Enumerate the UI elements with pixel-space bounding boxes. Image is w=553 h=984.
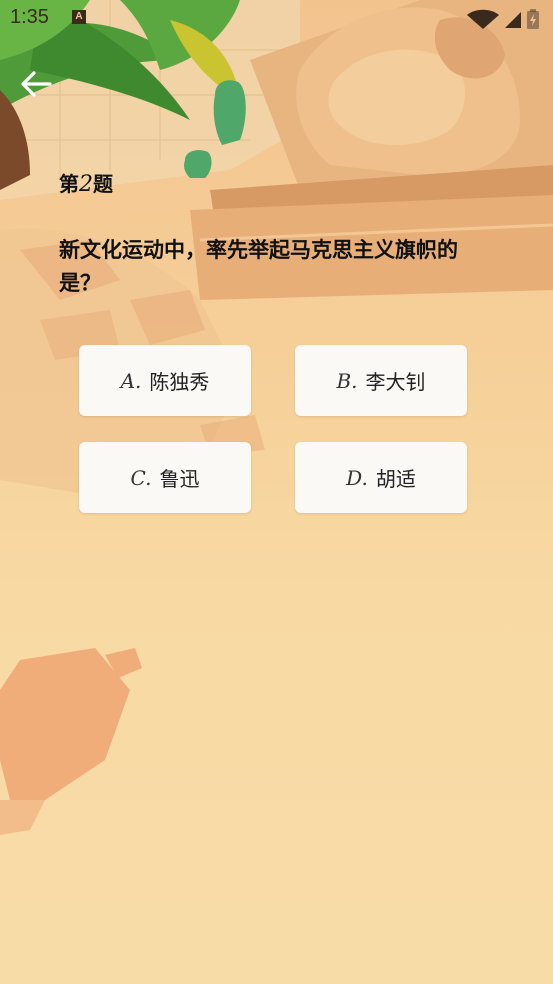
question-number-suffix: 题: [93, 172, 113, 196]
status-icons: [467, 9, 539, 29]
option-a-button[interactable]: A. 陈独秀: [79, 345, 251, 416]
question-number: 第2题: [59, 168, 113, 197]
option-c-button[interactable]: C. 鲁迅: [79, 442, 251, 513]
option-d-text: 胡适: [375, 467, 416, 491]
cellular-signal-icon: [505, 12, 521, 28]
option-b-letter: B.: [336, 368, 358, 393]
option-a-text: 陈独秀: [149, 370, 210, 394]
option-b-button[interactable]: B. 李大钊: [295, 345, 467, 416]
option-c-text: 鲁迅: [159, 467, 200, 491]
question-number-prefix: 第: [59, 172, 79, 196]
quiz-screen: 1:35 A 第2题 新文化运动中，率先举起马克思主义旗帜的是？ A. 陈独秀 …: [0, 0, 553, 984]
option-d-letter: D.: [346, 465, 368, 490]
status-time: 1:35: [10, 6, 49, 28]
app-notification-icon: A: [72, 10, 86, 24]
back-button[interactable]: [14, 62, 60, 108]
option-b-text: 李大钊: [365, 370, 426, 394]
battery-charging-icon: [527, 9, 539, 29]
option-c-letter: C.: [130, 465, 152, 490]
question-text: 新文化运动中，率先举起马克思主义旗帜的是？: [59, 238, 458, 295]
option-a-letter: A.: [120, 368, 142, 393]
wifi-icon: [467, 9, 499, 29]
question-number-value: 2: [79, 172, 93, 197]
status-bar: 1:35 A: [0, 0, 553, 38]
option-d-button[interactable]: D. 胡适: [295, 442, 467, 513]
arrow-left-icon: [21, 71, 52, 97]
